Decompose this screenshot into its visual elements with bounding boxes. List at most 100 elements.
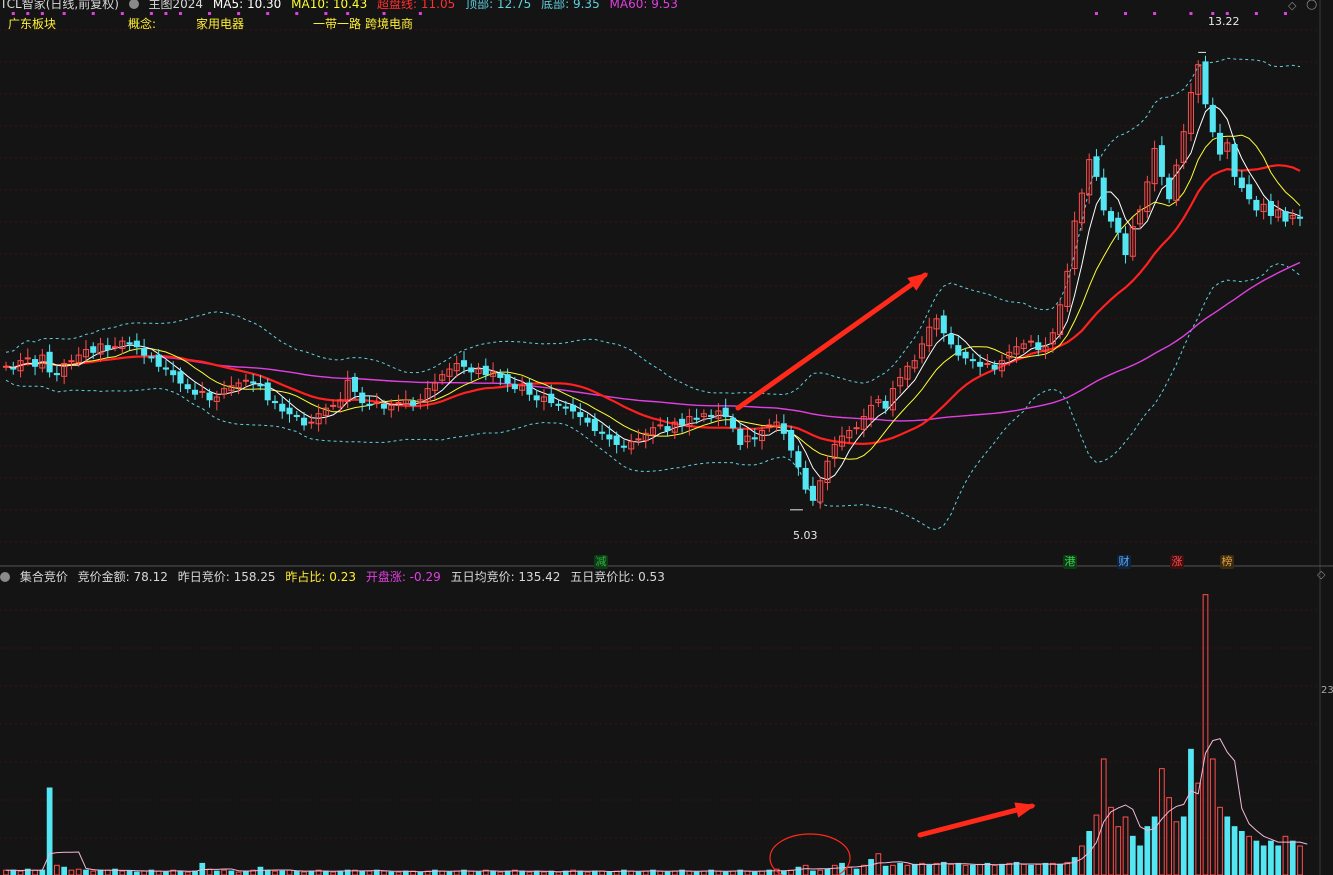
ma10-value: MA10: 10.43 [291, 0, 368, 11]
signal-dot [266, 12, 270, 15]
ma60-value: MA60: 9.53 [609, 0, 678, 11]
signal-dot [1153, 12, 1157, 15]
volume-bar [933, 862, 940, 875]
volume-bar [272, 870, 278, 875]
volume-bar [1195, 782, 1202, 875]
volume-bar [817, 869, 824, 875]
candle-body [1209, 104, 1216, 133]
candle-body [366, 403, 373, 406]
volume-bar [119, 870, 126, 875]
volume-bar [1202, 594, 1209, 875]
volume-bar [948, 863, 954, 875]
volume-bar [1144, 826, 1151, 875]
volume-bar [61, 866, 68, 875]
volume-bar [1173, 821, 1180, 875]
event-marker-ranking[interactable]: 榜 [1220, 555, 1234, 569]
close-icon[interactable]: ○ [1306, 0, 1317, 12]
volume-bar [1020, 863, 1027, 875]
candle-body [657, 424, 664, 427]
volume-bar [490, 870, 496, 875]
candle-body [940, 315, 947, 334]
overbought-value: 超盘线: 11.05 [377, 0, 456, 11]
candle-body [199, 390, 206, 393]
bollinger-upper-line [5, 57, 1301, 396]
avg5-auction: 五日均竞价: 135.42 [450, 570, 561, 584]
diamond-icon-sub[interactable]: ◇ [1317, 568, 1325, 581]
volume-bar [293, 870, 300, 875]
indicator-name[interactable]: 主图2024 [149, 0, 204, 11]
candle-body [577, 412, 584, 418]
volume-scale-label: 23 [1321, 685, 1333, 696]
volume-bar [999, 863, 1005, 875]
volume-bar [308, 870, 315, 875]
candle-body [526, 382, 533, 395]
candle-body [599, 431, 606, 434]
signal-dot [120, 12, 124, 15]
chart-title: TCL智家(日线,前复权) [0, 0, 119, 11]
candle-body [788, 430, 795, 451]
candle-body [460, 360, 468, 367]
candle-body [395, 402, 402, 405]
sub-title[interactable]: 集合竞价 [20, 570, 68, 584]
candle-body [250, 381, 257, 384]
candle-body [126, 342, 133, 345]
candle-body [1231, 144, 1238, 177]
volume-bar [1166, 797, 1173, 875]
candle-body [1267, 201, 1274, 216]
candle-body [286, 407, 293, 415]
candle-body [729, 417, 737, 429]
candle-body [693, 417, 700, 420]
volume-bar [228, 870, 235, 875]
volume-bar [32, 869, 38, 875]
signal-dot [91, 12, 95, 15]
volume-bar [54, 864, 60, 875]
event-marker-finance[interactable]: 财 [1117, 555, 1131, 569]
volume-bar [1289, 840, 1296, 875]
volume-bar [759, 870, 765, 875]
event-marker-hk[interactable]: 港 [1063, 555, 1077, 569]
signal-dot [11, 12, 15, 15]
candle-body [620, 445, 627, 448]
concept-tag-3[interactable]: 跨境电商 [365, 16, 413, 32]
concept-label: 概念: [128, 17, 157, 31]
volume-bar [75, 868, 82, 875]
volume-bar [381, 870, 387, 875]
volume-bar [926, 864, 933, 875]
candle-body [264, 382, 271, 401]
signal-dot [178, 12, 182, 15]
candle-body [1027, 340, 1035, 343]
volume-bar [177, 870, 184, 875]
stock-chart [0, 0, 1333, 875]
concept-tag-1[interactable]: 家用电器 [196, 16, 244, 32]
candle-body [809, 485, 816, 501]
candle-body [1035, 342, 1042, 351]
volume-bar [1253, 840, 1260, 875]
candle-body [112, 346, 119, 349]
volume-bar [1115, 826, 1122, 875]
volume-bar [264, 869, 271, 875]
volume-bar [519, 870, 526, 875]
volume-bar [599, 870, 605, 875]
volume-bar [126, 870, 133, 875]
event-marker-reduce[interactable]: 减 [594, 555, 608, 569]
sub-header: 集合竞价 竞价金额: 78.12 昨日竞价: 158.25 昨占比: 0.23 … [0, 569, 671, 585]
volume-bar [1238, 831, 1245, 875]
settings-circle-icon[interactable] [128, 0, 139, 9]
volume-bar [366, 870, 373, 875]
indicator-circle-icon[interactable] [0, 572, 10, 582]
volume-bar [286, 869, 293, 875]
diamond-icon[interactable]: ◇ [1288, 0, 1296, 12]
prev-ratio: 昨占比: 0.23 [285, 570, 356, 584]
volume-bar [730, 870, 736, 875]
concept-tag-2[interactable]: 一带一路 [313, 16, 361, 32]
candle-body [1216, 132, 1224, 155]
volume-bar [897, 862, 904, 875]
candle-body [10, 367, 17, 370]
event-marker-limit-up[interactable]: 涨 [1170, 555, 1184, 569]
signal-dot [1283, 12, 1287, 15]
volume-bar [1071, 857, 1078, 875]
trend-arrow-main [735, 272, 928, 411]
volume-bar [39, 869, 46, 875]
sector-tag[interactable]: 广东板块 [8, 16, 56, 32]
candle-body [410, 400, 417, 406]
